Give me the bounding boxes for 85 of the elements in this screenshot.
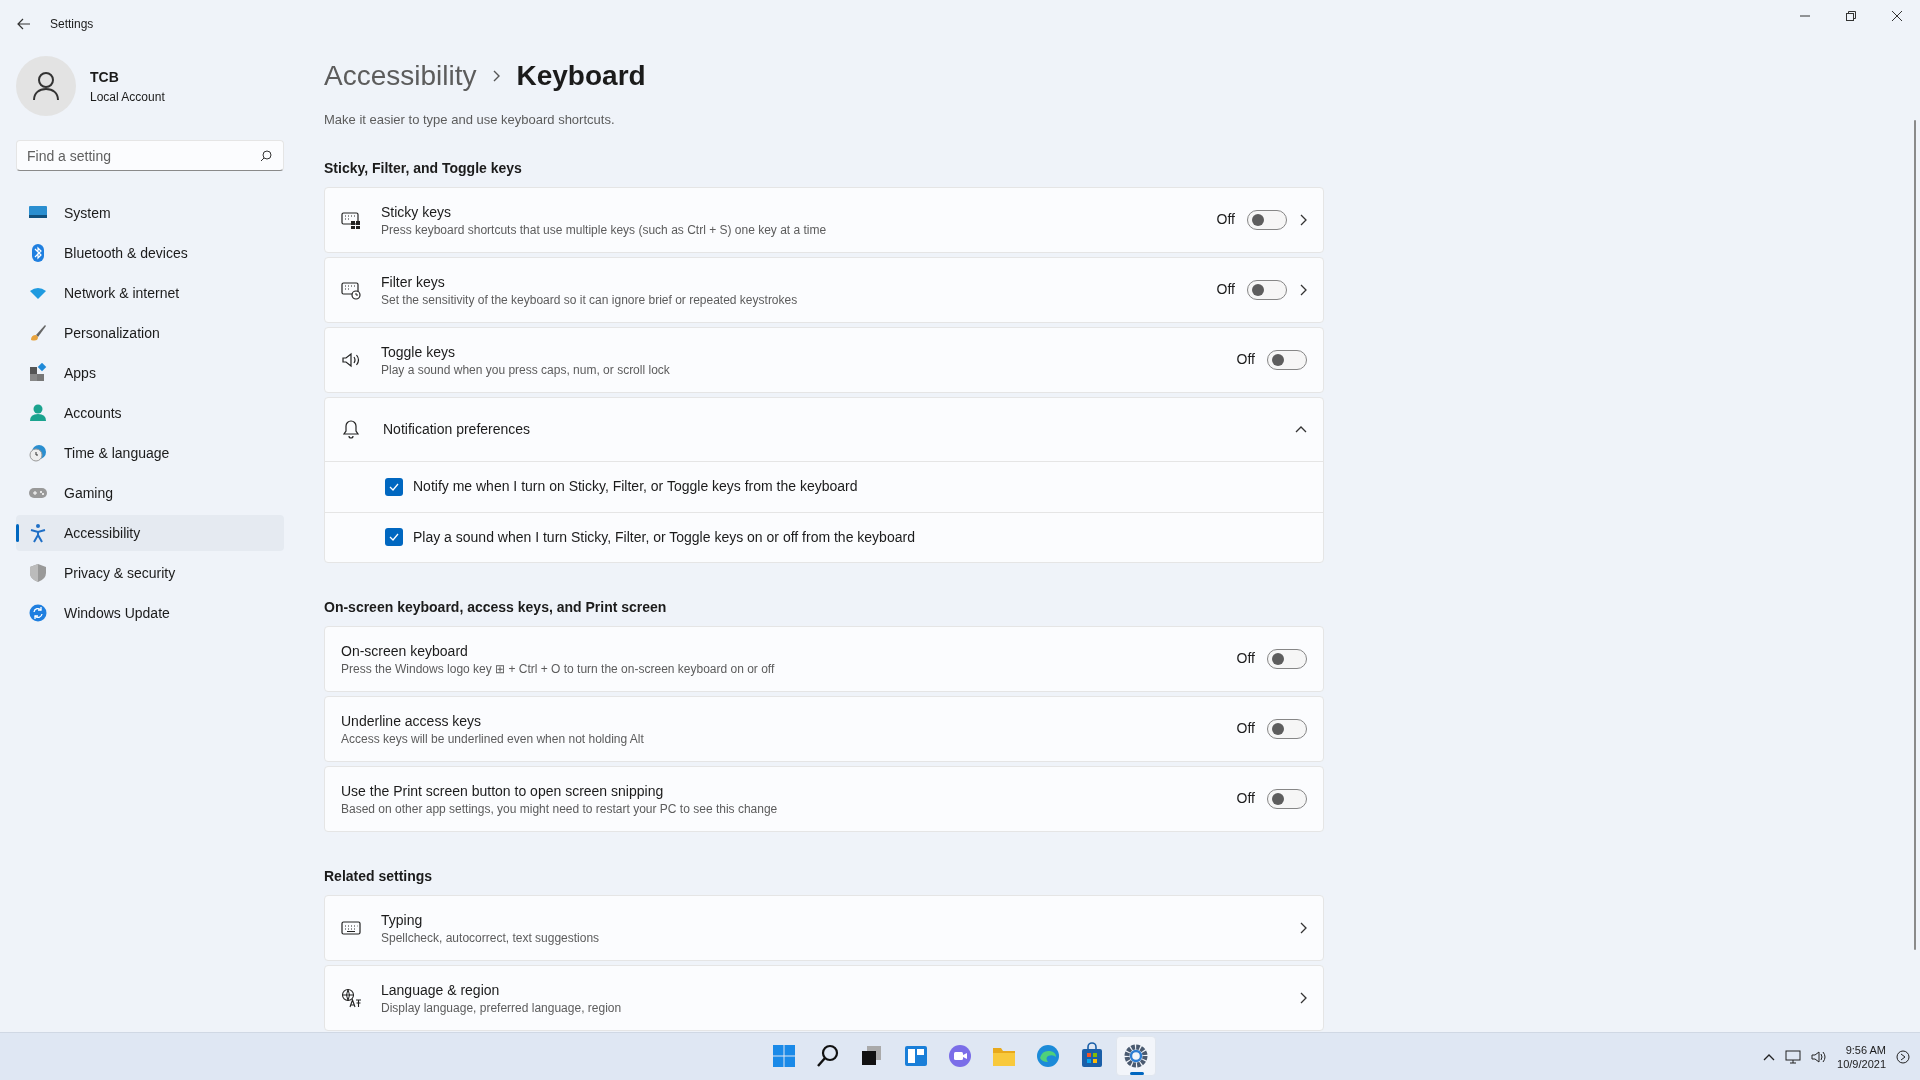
setting-title: Filter keys <box>381 272 446 292</box>
chevron-up-icon <box>1295 425 1307 433</box>
back-arrow-icon <box>16 16 32 32</box>
keyboard-clock-icon <box>341 279 361 300</box>
setting-title: Typing <box>381 910 424 930</box>
setting-title: Language & region <box>381 980 501 1000</box>
toggle-switch[interactable] <box>1267 718 1307 739</box>
chevron-up-icon[interactable] <box>1763 1053 1776 1061</box>
setting-description: Play a sound when you press caps, num, or scroll lock <box>381 361 671 378</box>
checkmark-icon <box>389 533 399 541</box>
toggle-switch[interactable] <box>1267 349 1307 370</box>
accessibility-icon <box>28 523 48 543</box>
shield-icon <box>28 563 48 583</box>
toggle-switch[interactable] <box>1247 209 1287 230</box>
chevron-right-icon <box>1299 921 1307 934</box>
setting-title: Use the Print screen button to open screen snipping <box>341 781 665 801</box>
checkbox[interactable]: Notify me when I turn on Sticky, Filter, or Toggle keys from the keyboard <box>385 476 858 497</box>
person-icon <box>28 403 48 423</box>
volume-icon[interactable] <box>1811 1050 1828 1064</box>
sidebar-item[interactable]: Personalization <box>16 315 284 351</box>
restore-icon <box>1846 11 1856 21</box>
setting-description: Access keys will be underlined even when not holding Alt <box>341 730 645 747</box>
setting-title: Sticky keys <box>381 202 452 222</box>
toggle-switch[interactable] <box>1247 279 1287 300</box>
sidebar-item[interactable]: Time & language <box>16 435 284 471</box>
setting-card[interactable]: Typing Spellcheck, autocorrect, text suggestions <box>324 894 1324 961</box>
toggle-switch[interactable] <box>1267 648 1307 669</box>
sidebar-item[interactable]: System <box>16 195 284 231</box>
setting-description: Press keyboard shortcuts that use multiple keys (such as Ctrl + S) one key at a time <box>381 221 828 238</box>
update-icon <box>28 603 48 623</box>
sidebar-item[interactable]: Accessibility <box>16 515 284 551</box>
account-type: Local Account <box>90 88 165 106</box>
toggle-state-label: Off <box>1236 719 1255 738</box>
scrollbar[interactable] <box>1914 120 1916 950</box>
breadcrumb-link[interactable]: Accessibility <box>324 55 477 97</box>
setting-card[interactable]: Language & region Display language, preferred language, region <box>324 964 1324 1031</box>
setting-title: Underline access keys <box>341 711 483 731</box>
toggle-state-label: Off <box>1216 280 1235 299</box>
page-description: Make it easier to type and use keyboard shortcuts. <box>324 111 616 129</box>
apps-icon <box>28 363 48 383</box>
setting-description: Spellcheck, autocorrect, text suggestions <box>381 929 601 946</box>
setting-description: Press the Windows logo key ⊞ + Ctrl + O to turn the on-screen keyboard on or off <box>341 660 776 677</box>
page-title: Keyboard <box>516 59 646 93</box>
search-icon <box>260 150 272 162</box>
setting-description: Display language, preferred language, region <box>381 999 623 1016</box>
chevron-right-icon <box>1299 991 1307 1004</box>
setting-card[interactable]: Sticky keys Press keyboard shortcuts that use multiple keys (such as Ctrl + S) one key at a time Off <box>324 186 1324 253</box>
section-heading: On-screen keyboard, access keys, and Print screen <box>324 597 668 617</box>
setting-description: Set the sensitivity of the keyboard so it can ignore brief or repeated keystrokes <box>381 291 799 308</box>
setting-description: Based on other app settings, you might need to restart your PC to see this change <box>341 800 779 817</box>
toggle-state-label: Off <box>1216 210 1235 229</box>
toggle-state-label: Off <box>1236 649 1255 668</box>
toggle-switch[interactable] <box>1267 788 1307 809</box>
chevron-right-icon <box>492 70 501 82</box>
close-icon <box>1892 11 1902 21</box>
toggle-state-label: Off <box>1236 350 1255 369</box>
notification-icon[interactable] <box>1896 1050 1910 1064</box>
keyboard-icon <box>341 209 361 230</box>
section-heading: Sticky, Filter, and Toggle keys <box>324 158 523 178</box>
sidebar-item[interactable]: Accounts <box>16 395 284 431</box>
sidebar-item[interactable]: Gaming <box>16 475 284 511</box>
setting-title: Toggle keys <box>381 342 456 362</box>
sidebar-item[interactable]: Apps <box>16 355 284 391</box>
settings-icon[interactable] <box>1116 1036 1156 1076</box>
clock-time[interactable]: 9:56 AM <box>1845 1043 1886 1057</box>
window-title: Settings <box>50 16 94 33</box>
sidebar-item[interactable]: Bluetooth & devices <box>16 235 284 271</box>
monitor-icon[interactable] <box>1785 1050 1802 1064</box>
setting-title: On-screen keyboard <box>341 641 469 661</box>
search-field[interactable]: Find a setting <box>16 140 284 171</box>
toggle-state-label: Off <box>1236 789 1255 808</box>
checkmark-icon <box>389 482 399 491</box>
sidebar-item[interactable]: Windows Update <box>16 595 284 631</box>
section-heading: Related settings <box>324 866 434 886</box>
language-icon <box>341 987 361 1008</box>
expander-header[interactable]: Notification preferences <box>325 397 1323 462</box>
checkbox[interactable]: Play a sound when I turn Sticky, Filter, or Toggle keys on or off from the keyboard <box>385 526 915 548</box>
clock-date[interactable]: 10/9/2021 <box>1837 1057 1886 1071</box>
globe-clock-icon <box>28 443 48 463</box>
bell-icon <box>341 419 361 439</box>
setting-card[interactable]: Filter keys Set the sensitivity of the keyboard so it can ignore brief or repeated keystrokes Off <box>324 256 1324 323</box>
sidebar-item[interactable]: Network & internet <box>16 275 284 311</box>
brush-icon <box>28 323 48 343</box>
account-name: TCB <box>90 67 120 87</box>
sidebar-item[interactable]: Privacy & security <box>16 555 284 591</box>
